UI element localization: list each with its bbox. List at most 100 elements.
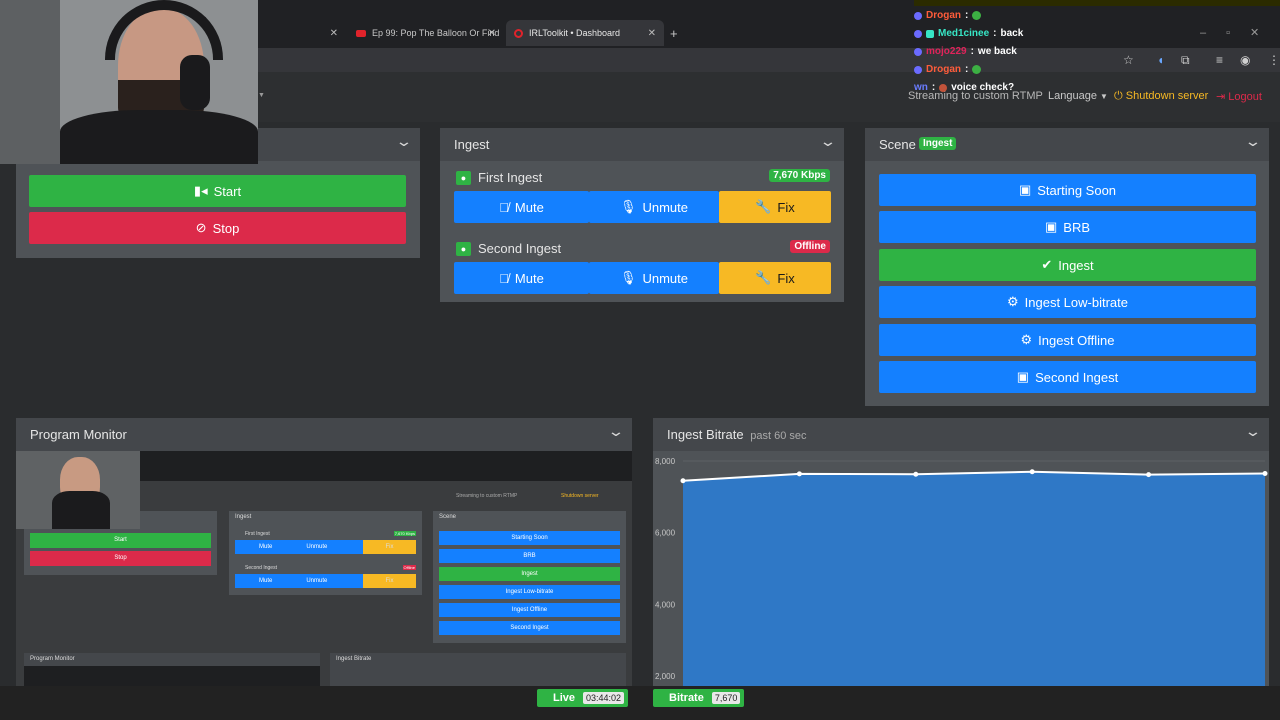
preview-mute-row: Mute Unmute: [235, 540, 363, 554]
youtube-icon: [356, 29, 366, 37]
chat-colon: :: [965, 64, 969, 75]
chevron-down-icon[interactable]: ⌄: [607, 423, 625, 440]
chat-username: Drogan: [926, 64, 961, 75]
bitrate-point: [913, 471, 919, 477]
bitrate-label: Bitrate: [669, 692, 704, 704]
ingest-card: Ingest ⌄ ● First Ingest 7,670 Kbps 🎙̸ Mut…: [440, 128, 844, 302]
program-monitor-title: Program Monitor: [30, 427, 127, 442]
chat-colon: :: [993, 28, 997, 39]
live-label: Live: [553, 692, 576, 704]
unmute-label: Unmute: [642, 270, 689, 286]
bitrate-badge: 7,670 Kbps: [769, 169, 830, 182]
image-icon: ▣: [1016, 369, 1030, 384]
preview-program-monitor: Program Monitor: [24, 653, 320, 686]
bitrate-value: 7,670: [711, 692, 741, 704]
preview-mute: Mute: [259, 544, 273, 550]
tab-irltoolkit[interactable]: IRLToolkit • Dashboard ✕: [506, 20, 664, 46]
scene-card-title: Scene: [879, 137, 916, 152]
chevron-down-icon[interactable]: ⌄: [1244, 133, 1262, 150]
chevron-down-icon[interactable]: ⌄: [395, 133, 413, 150]
preview-shutdown: Shutdown server: [561, 493, 599, 499]
microphone-off-icon: 🎙̸: [499, 270, 509, 286]
scene-card-header: Scene Ingest ⌄: [865, 128, 1269, 161]
tab-label: IRLToolkit • Dashboard: [529, 28, 621, 38]
fix-button[interactable]: 🔧 Fix: [719, 262, 831, 294]
chat-colon: :: [970, 46, 974, 57]
preview-scene-item: Second Ingest: [439, 621, 620, 635]
mute-label: Mute: [514, 199, 544, 215]
tab-label: Ep 99: Pop The Balloon Or Find: [372, 28, 500, 38]
scene-button-ingest-low-bitrate[interactable]: ⚙ Ingest Low-bitrate: [879, 286, 1256, 318]
fix-button[interactable]: 🔧 Fix: [719, 191, 831, 223]
robot-icon: ⚙: [1020, 332, 1033, 347]
offline-badge: Offline: [790, 240, 830, 253]
fix-label: Fix: [777, 270, 795, 286]
webcam-shirt: [60, 110, 258, 164]
chat-cutoff-line: [914, 0, 1280, 6]
chevron-down-icon[interactable]: ⌄: [819, 133, 837, 150]
bitrate-area: [683, 471, 1265, 686]
live-indicator: Live 03:44:02: [537, 689, 629, 707]
close-tab-icon[interactable]: ✕: [648, 28, 656, 39]
scene-button-ingest[interactable]: ✔ Ingest: [879, 249, 1256, 281]
new-tab-button[interactable]: +: [670, 20, 684, 46]
robot-icon: ⚙: [1007, 294, 1019, 309]
wrench-icon: 🔧: [755, 270, 772, 285]
chat-text: we back: [977, 46, 1017, 57]
bitrate-chart: 8,000 6,000 4,000 2,000: [655, 457, 1268, 686]
badge-icon: [914, 65, 922, 74]
tab-other[interactable]: ✕: [258, 20, 342, 46]
preview-ingest-card: Ingest First Ingest 7,670 Kbps Mute Unmut…: [229, 511, 422, 595]
mute-button[interactable]: 🎙̸ Mute: [454, 262, 589, 294]
y-tick-label: 2,000: [655, 672, 676, 681]
headphones: [105, 0, 223, 60]
chat-colon: :: [965, 10, 969, 21]
program-monitor-card: Program Monitor ⌄ Streaming to custom RT…: [16, 418, 632, 686]
preview-shirt: [52, 491, 110, 529]
scene-button-second-ingest[interactable]: ▣ Second Ingest: [879, 361, 1256, 393]
unmute-label: Unmute: [642, 199, 689, 215]
scene-label: Ingest Offline: [1038, 332, 1115, 348]
stop-button[interactable]: ⊘ Stop: [29, 212, 406, 244]
unmute-button[interactable]: 🎙 Unmute: [589, 191, 719, 223]
mute-label: Mute: [514, 270, 544, 286]
scene-button-starting-soon[interactable]: ▣ Starting Soon: [879, 174, 1256, 206]
badge-icon: [926, 29, 934, 38]
current-scene-badge: Ingest: [919, 137, 957, 150]
bitrate-point: [680, 478, 686, 484]
ingest-name: Second Ingest: [478, 241, 562, 256]
preview-scene-item: Ingest: [439, 567, 620, 581]
bitrate-indicator: Bitrate 7,670: [653, 689, 745, 707]
y-tick-label: 8,000: [655, 457, 676, 466]
preview-fix: Fix: [363, 540, 416, 554]
close-tab-icon[interactable]: ✕: [330, 28, 338, 39]
close-tab-icon[interactable]: ✕: [488, 28, 496, 39]
fix-label: Fix: [777, 199, 795, 215]
chat-message: wn: voice check?: [914, 82, 1014, 93]
bitrate-point: [796, 471, 802, 477]
scene-button-ingest-offline[interactable]: ⚙ Ingest Offline: [879, 324, 1256, 356]
preview-first: First Ingest: [245, 531, 270, 537]
preview-fix: Fix: [363, 574, 416, 588]
preview-stop: Stop: [30, 551, 211, 566]
status-bar: [0, 686, 1280, 720]
preview-program-screen: [24, 666, 320, 686]
y-tick-label: 6,000: [655, 529, 676, 538]
tab-youtube[interactable]: Ep 99: Pop The Balloon Or Find ✕: [348, 20, 500, 46]
badge-icon: [914, 29, 922, 38]
scene-card: Scene Ingest ⌄ ▣ Starting Soon ▣ BRB ✔ Inge…: [865, 128, 1269, 406]
ingest-card-header: Ingest ⌄: [440, 128, 844, 161]
scene-button-brb[interactable]: ▣ BRB: [879, 211, 1256, 243]
microphone-off-icon: 🎙̸: [499, 199, 509, 215]
image-icon: ▣: [1044, 219, 1058, 234]
collapse-caret-icon[interactable]: ▼: [258, 92, 265, 99]
bitrate-point: [1029, 469, 1035, 475]
chat-text: voice check?: [951, 82, 1015, 93]
microphone-icon: 🎙: [619, 270, 637, 285]
ingest-name: First Ingest: [478, 170, 543, 185]
webcam-overlay: [0, 0, 258, 164]
start-button[interactable]: ▮◂ Start: [29, 175, 406, 207]
chevron-down-icon[interactable]: ⌄: [1244, 423, 1262, 440]
mute-button[interactable]: 🎙̸ Mute: [454, 191, 589, 223]
unmute-button[interactable]: 🎙 Unmute: [589, 262, 719, 294]
